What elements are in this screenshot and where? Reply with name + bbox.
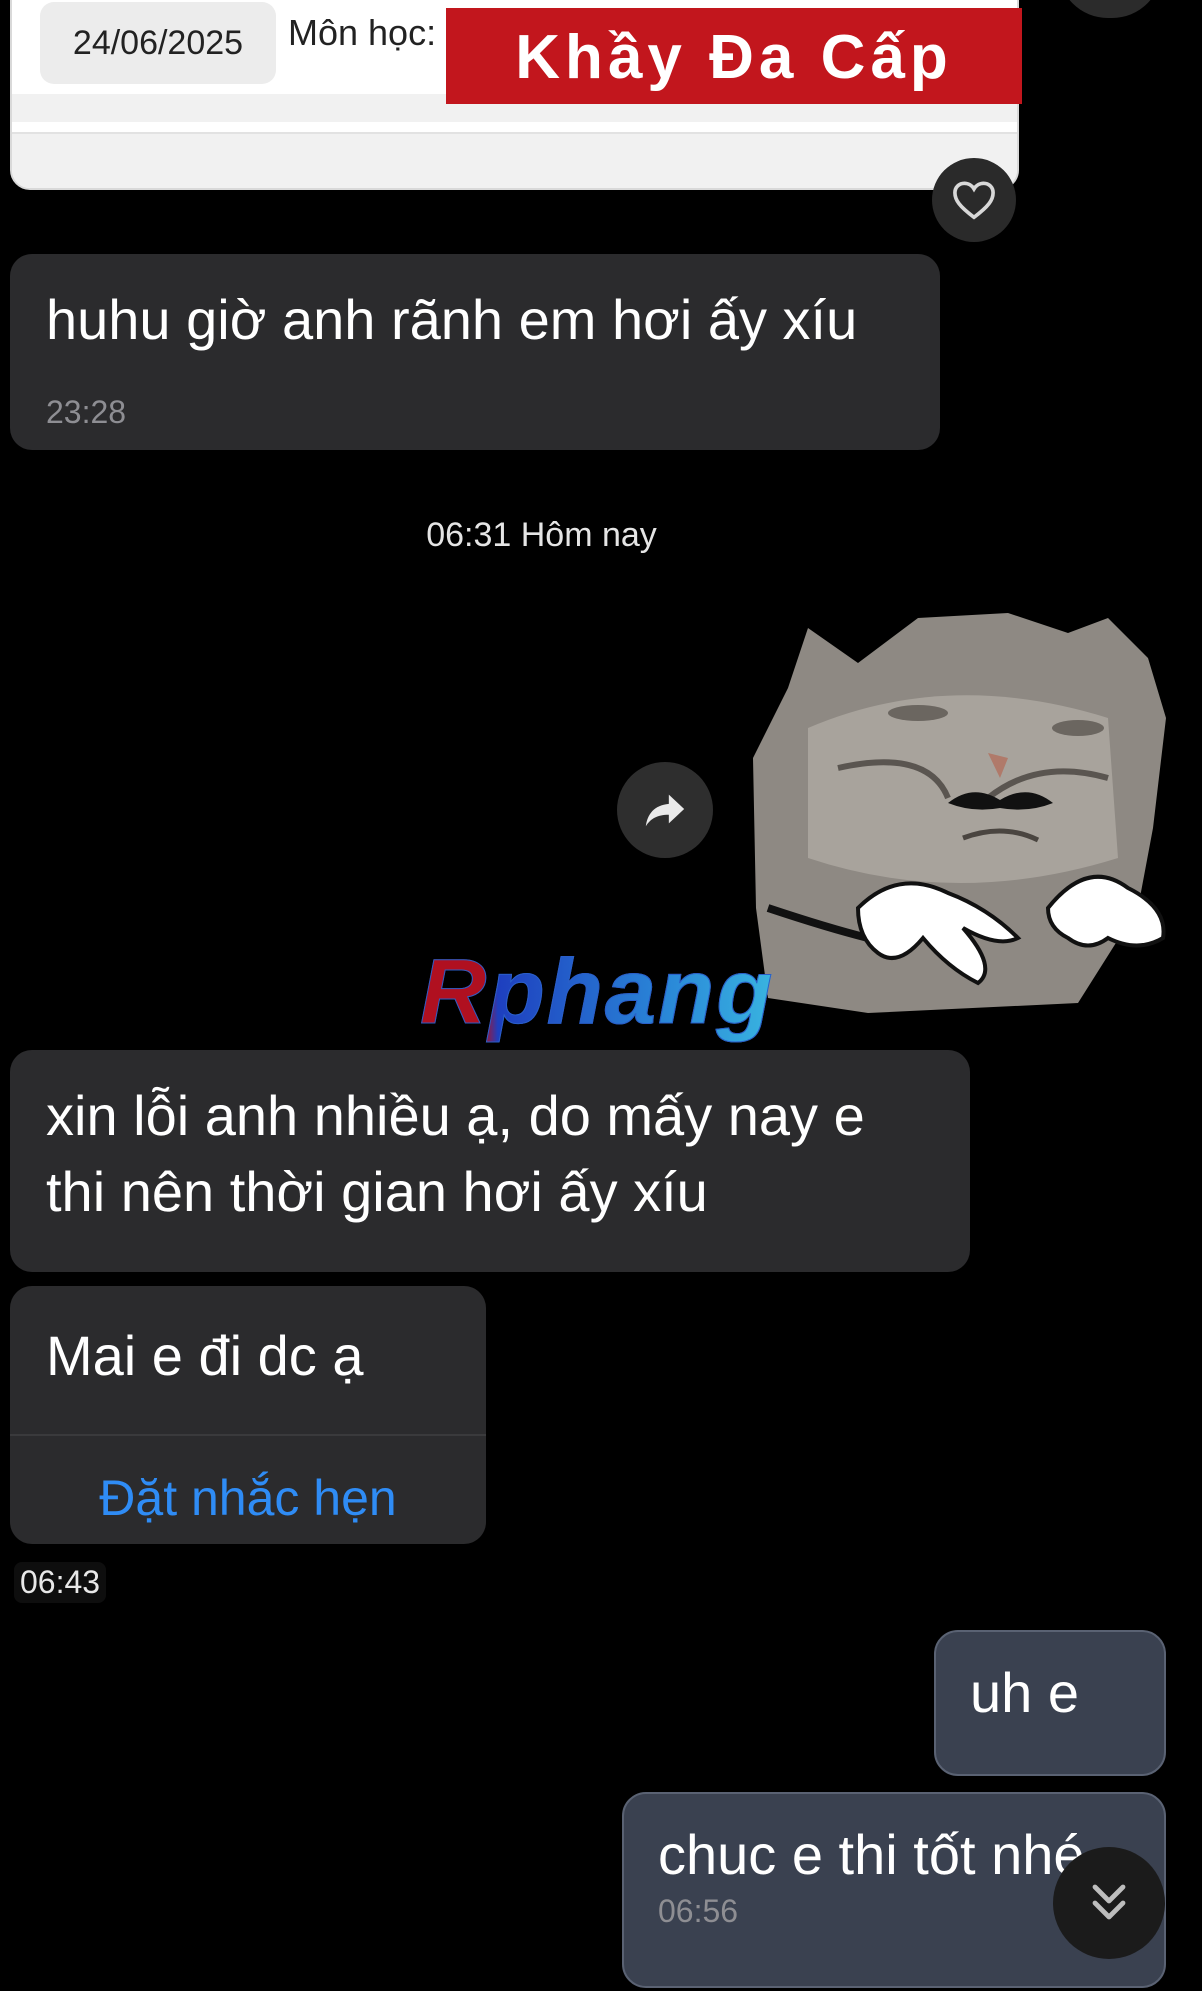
- heart-icon: [953, 181, 995, 220]
- message-text: uh e: [970, 1661, 1079, 1724]
- forward-button[interactable]: [617, 762, 713, 858]
- message-time: 06:43: [14, 1562, 107, 1603]
- message-time: 23:28: [46, 394, 127, 430]
- card-footer: [12, 132, 1017, 188]
- cat-sticker[interactable]: [748, 608, 1178, 1028]
- message-text: Mai e đi dc ạ: [46, 1324, 364, 1387]
- message-text-line-2: thi nên thời gian hơi ấy xíu: [46, 1160, 708, 1223]
- card-subject-label: Môn học:: [288, 12, 437, 53]
- reaction-button[interactable]: [932, 158, 1016, 242]
- message-text-line-1: xin lỗi anh nhiều ạ, do mấy nay e: [46, 1084, 865, 1147]
- forward-arrow-icon: [645, 794, 685, 827]
- reminder-divider: [10, 1434, 486, 1436]
- scroll-to-bottom-button[interactable]: [1053, 1847, 1165, 1959]
- message-text: huhu giờ anh rãnh em hơi ấy xíu: [46, 288, 858, 351]
- set-reminder-link[interactable]: Đặt nhắc hẹn: [10, 1460, 486, 1536]
- incoming-message[interactable]: huhu giờ anh rãnh em hơi ấy xíu 23:28: [10, 254, 940, 450]
- watermark-text: Rphang: [419, 941, 775, 1044]
- outgoing-message[interactable]: uh e: [934, 1630, 1166, 1776]
- date-separator: 06:31 Hôm nay: [426, 516, 657, 554]
- card-date: 24/06/2025: [40, 2, 276, 84]
- double-chevron-down-icon: [1092, 1884, 1126, 1920]
- overlay-banner: Khầy Đa Cấp: [446, 8, 1022, 104]
- incoming-message-with-reminder[interactable]: Mai e đi dc ạ Đặt nhắc hẹn: [10, 1286, 486, 1544]
- top-right-button-edge: [1058, 0, 1162, 18]
- incoming-message[interactable]: xin lỗi anh nhiều ạ, do mấy nay e thi nê…: [10, 1050, 970, 1272]
- watermark-logo: Rphang: [419, 940, 775, 1045]
